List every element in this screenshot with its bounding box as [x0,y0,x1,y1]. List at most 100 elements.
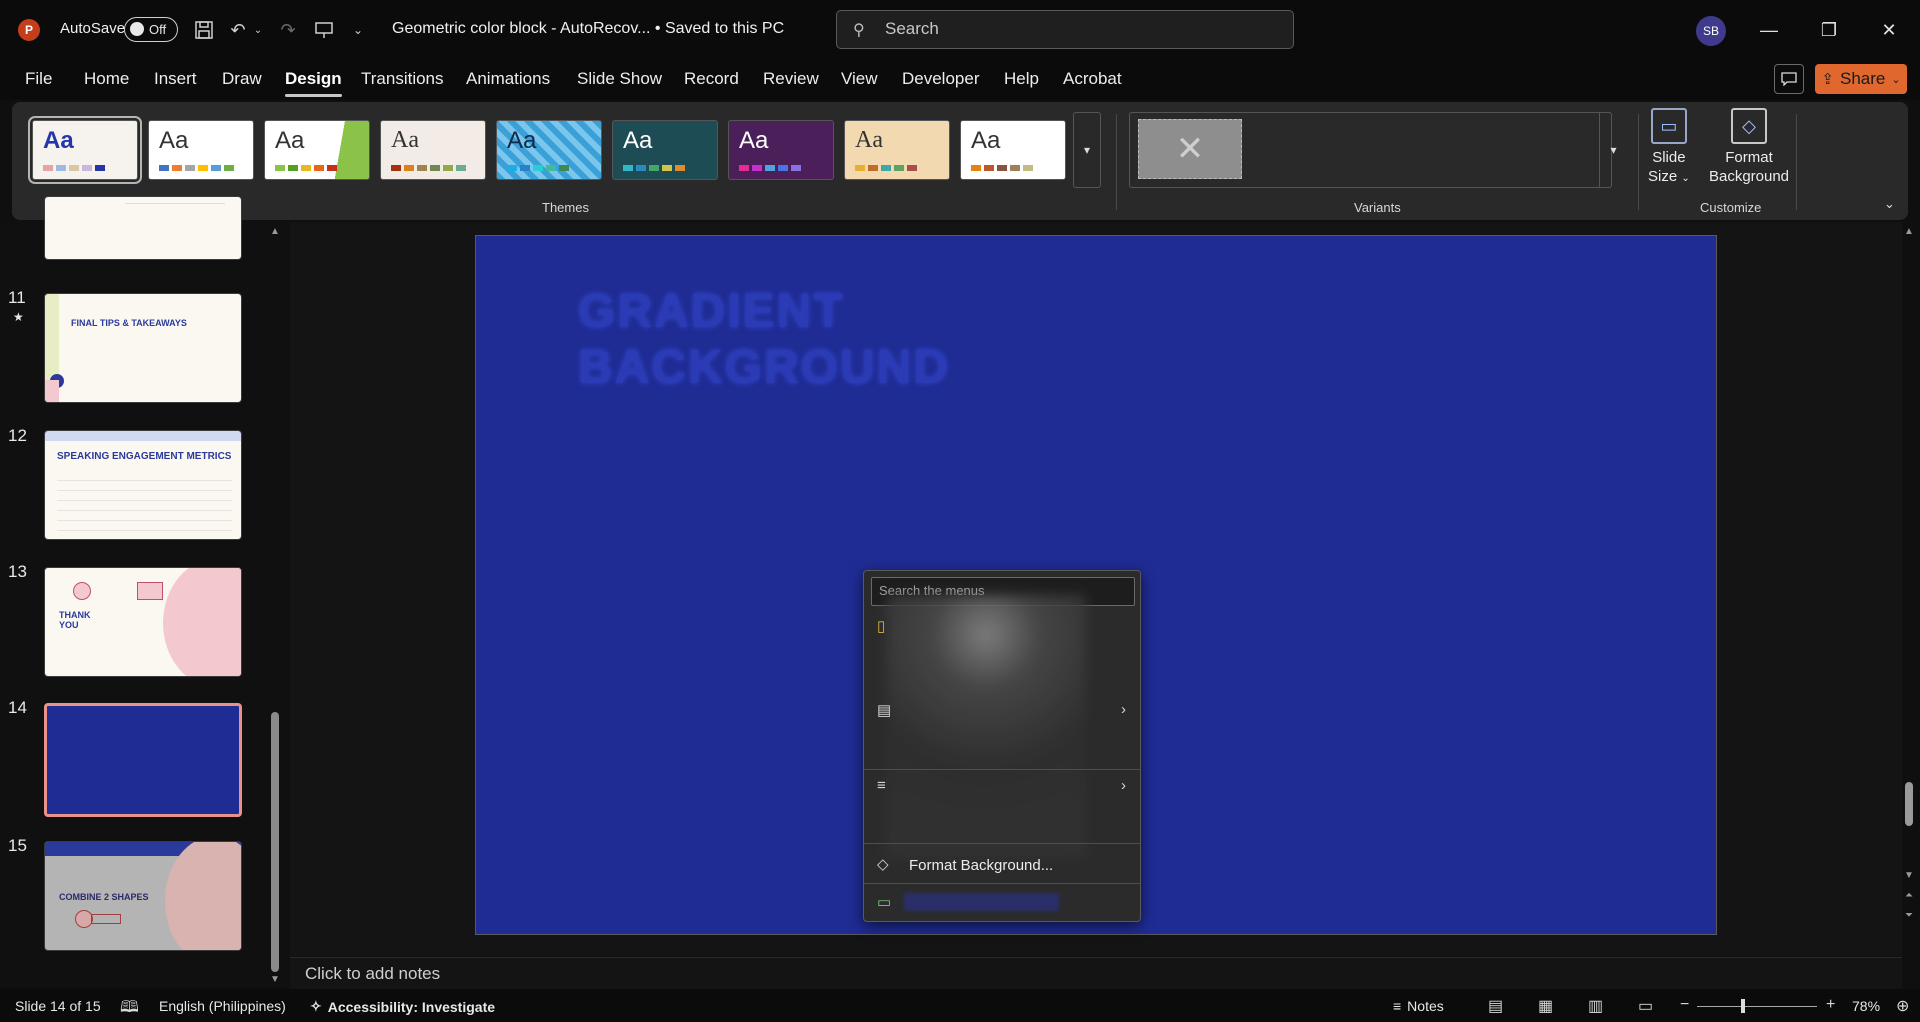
themes-group-label: Themes [542,200,589,215]
slide-thumbnail-12[interactable]: SPEAKING ENGAGEMENT METRICS [44,430,242,540]
slide-thumb-title: THANK YOU [59,610,91,630]
new-comment-icon[interactable]: ▭ [877,893,891,911]
zoom-in-icon[interactable]: + [1826,996,1835,1014]
tab-record[interactable]: Record [684,69,739,89]
slide-thumbnail-13[interactable]: THANK YOU [44,567,242,677]
avatar[interactable]: SB [1696,16,1726,46]
present-from-beginning-icon[interactable] [312,18,336,42]
blurred-menu-items [886,595,1086,859]
slide-size-icon: ▭ [1650,108,1687,144]
notes-toggle[interactable]: ≡ Notes [1393,998,1444,1014]
blurred-menu-item[interactable] [904,893,1059,911]
undo-icon[interactable]: ↶ [226,18,250,42]
search-box[interactable]: ⚲ [836,10,1294,49]
paste-icon[interactable]: ▯ [877,617,885,635]
tab-acrobat[interactable]: Acrobat [1063,69,1122,89]
theme-preview-text: Aa [855,127,883,153]
slide-count[interactable]: Slide 14 of 15 [15,998,101,1014]
slide-thumbnail-10[interactable] [44,196,242,260]
format-background-button[interactable]: ◇ Format Background [1684,108,1814,186]
scroll-down-icon[interactable]: ▼ [1902,870,1916,881]
layout-icon[interactable]: ▤ [877,701,891,719]
normal-view-icon[interactable]: ▤ [1488,996,1503,1016]
theme-preview-text: Aa [971,127,1001,154]
restore-icon[interactable]: ❐ [1814,15,1844,45]
zoom-out-icon[interactable]: − [1680,996,1689,1014]
spelling-check-icon[interactable]: 🕮 [120,996,139,1022]
tab-view[interactable]: View [841,69,878,89]
scrollbar-thumb[interactable] [271,712,279,972]
tab-design[interactable]: Design [285,69,342,97]
autosave-toggle[interactable]: Off [124,17,178,42]
format-background-label-1: Format [1725,149,1773,166]
slide-thumbnail-15[interactable]: COMBINE 2 SHAPES [44,841,242,951]
share-label: Share [1839,69,1886,88]
scroll-up-icon[interactable]: ▲ [1902,226,1916,237]
status-bar: Slide 14 of 15 🕮 English (Philippines) ✧… [0,989,1920,1022]
tab-review[interactable]: Review [763,69,819,89]
theme-7[interactable]: Aa [728,120,834,180]
chevron-right-icon[interactable]: › [1121,701,1126,718]
ribbon-collapse-icon[interactable]: ⌄ [1884,196,1895,212]
customize-qat-icon[interactable]: ⌄ [346,18,370,42]
undo-dropdown-icon[interactable]: ⌄ [252,18,264,42]
tab-animations[interactable]: Animations [466,69,550,89]
share-button[interactable]: ⇪ Share ⌄ [1815,64,1907,94]
tab-file[interactable]: File [25,69,52,89]
comments-button[interactable] [1774,64,1804,94]
tab-insert[interactable]: Insert [154,69,197,89]
variant-placeholder[interactable]: ✕ [1138,119,1242,179]
zoom-slider-track[interactable] [1697,1006,1817,1007]
tab-draw[interactable]: Draw [222,69,262,89]
themes-more-button[interactable]: ▾ [1073,112,1101,188]
close-icon[interactable]: ✕ [1874,15,1904,45]
variants-more-button[interactable]: ▾ [1599,112,1627,188]
theme-3[interactable]: Aa [264,120,370,180]
section-icon[interactable]: ≡ [877,777,886,794]
tab-transitions[interactable]: Transitions [361,69,444,89]
tab-help[interactable]: Help [1004,69,1039,89]
context-menu: ▯ ▤ › ≡ › ◇ Format Background... ▭ [863,570,1141,922]
minimize-icon[interactable]: — [1754,15,1784,45]
editor-scrollbar[interactable]: ▲ ▼ ⏶ ⏷ [1902,222,1916,956]
fit-to-window-icon[interactable]: ⊕ [1896,996,1909,1016]
accessibility-icon: ✧ [310,998,322,1014]
next-slide-icon[interactable]: ⏷ [1902,910,1916,921]
slide-sorter-icon[interactable]: ▦ [1538,996,1553,1016]
theme-6[interactable]: Aa [612,120,718,180]
animation-star-icon: ★ [13,310,24,324]
toggle-knob [130,22,144,36]
format-background-menu-item[interactable]: Format Background... [909,857,1053,874]
accessibility-checker[interactable]: ✧ Accessibility: Investigate [310,998,495,1015]
tab-developer[interactable]: Developer [902,69,980,89]
theme-5[interactable]: Aa [496,120,602,180]
scroll-up-icon[interactable]: ▲ [268,226,282,237]
search-input[interactable] [885,19,1265,39]
theme-9[interactable]: Aa [960,120,1066,180]
redo-icon[interactable]: ↷ [276,18,300,42]
theme-8[interactable]: Aa [844,120,950,180]
theme-4[interactable]: Aa [380,120,486,180]
notes-pane[interactable]: Click to add notes [290,957,1902,989]
tab-slide-show[interactable]: Slide Show [577,69,662,89]
previous-slide-icon[interactable]: ⏶ [1902,890,1916,901]
theme-preview-text: Aa [623,127,653,154]
theme-office[interactable]: Aa [28,116,142,184]
theme-2[interactable]: Aa [148,120,254,180]
reading-view-icon[interactable]: ▥ [1588,996,1603,1016]
language-indicator[interactable]: English (Philippines) [159,998,286,1014]
scroll-down-icon[interactable]: ▼ [268,974,282,985]
zoom-slider-handle[interactable] [1741,999,1745,1013]
slide-thumbnail-14[interactable] [44,703,242,817]
thumbnail-scrollbar[interactable]: ▲ ▼ [268,222,282,986]
zoom-level[interactable]: 78% [1852,998,1880,1014]
tab-home[interactable]: Home [84,69,129,89]
slide-title[interactable]: GRADIENT BACKGROUND [578,284,950,396]
slide-show-icon[interactable]: ▭ [1638,996,1653,1016]
powerpoint-logo-icon: P [18,19,40,41]
slide-thumb-title: SPEAKING ENGAGEMENT METRICS [57,451,232,462]
chevron-right-icon[interactable]: › [1121,777,1126,794]
slide-thumbnail-11[interactable]: FINAL TIPS & TAKEAWAYS [44,293,242,403]
scrollbar-thumb[interactable] [1905,782,1913,826]
save-icon[interactable] [192,18,216,42]
